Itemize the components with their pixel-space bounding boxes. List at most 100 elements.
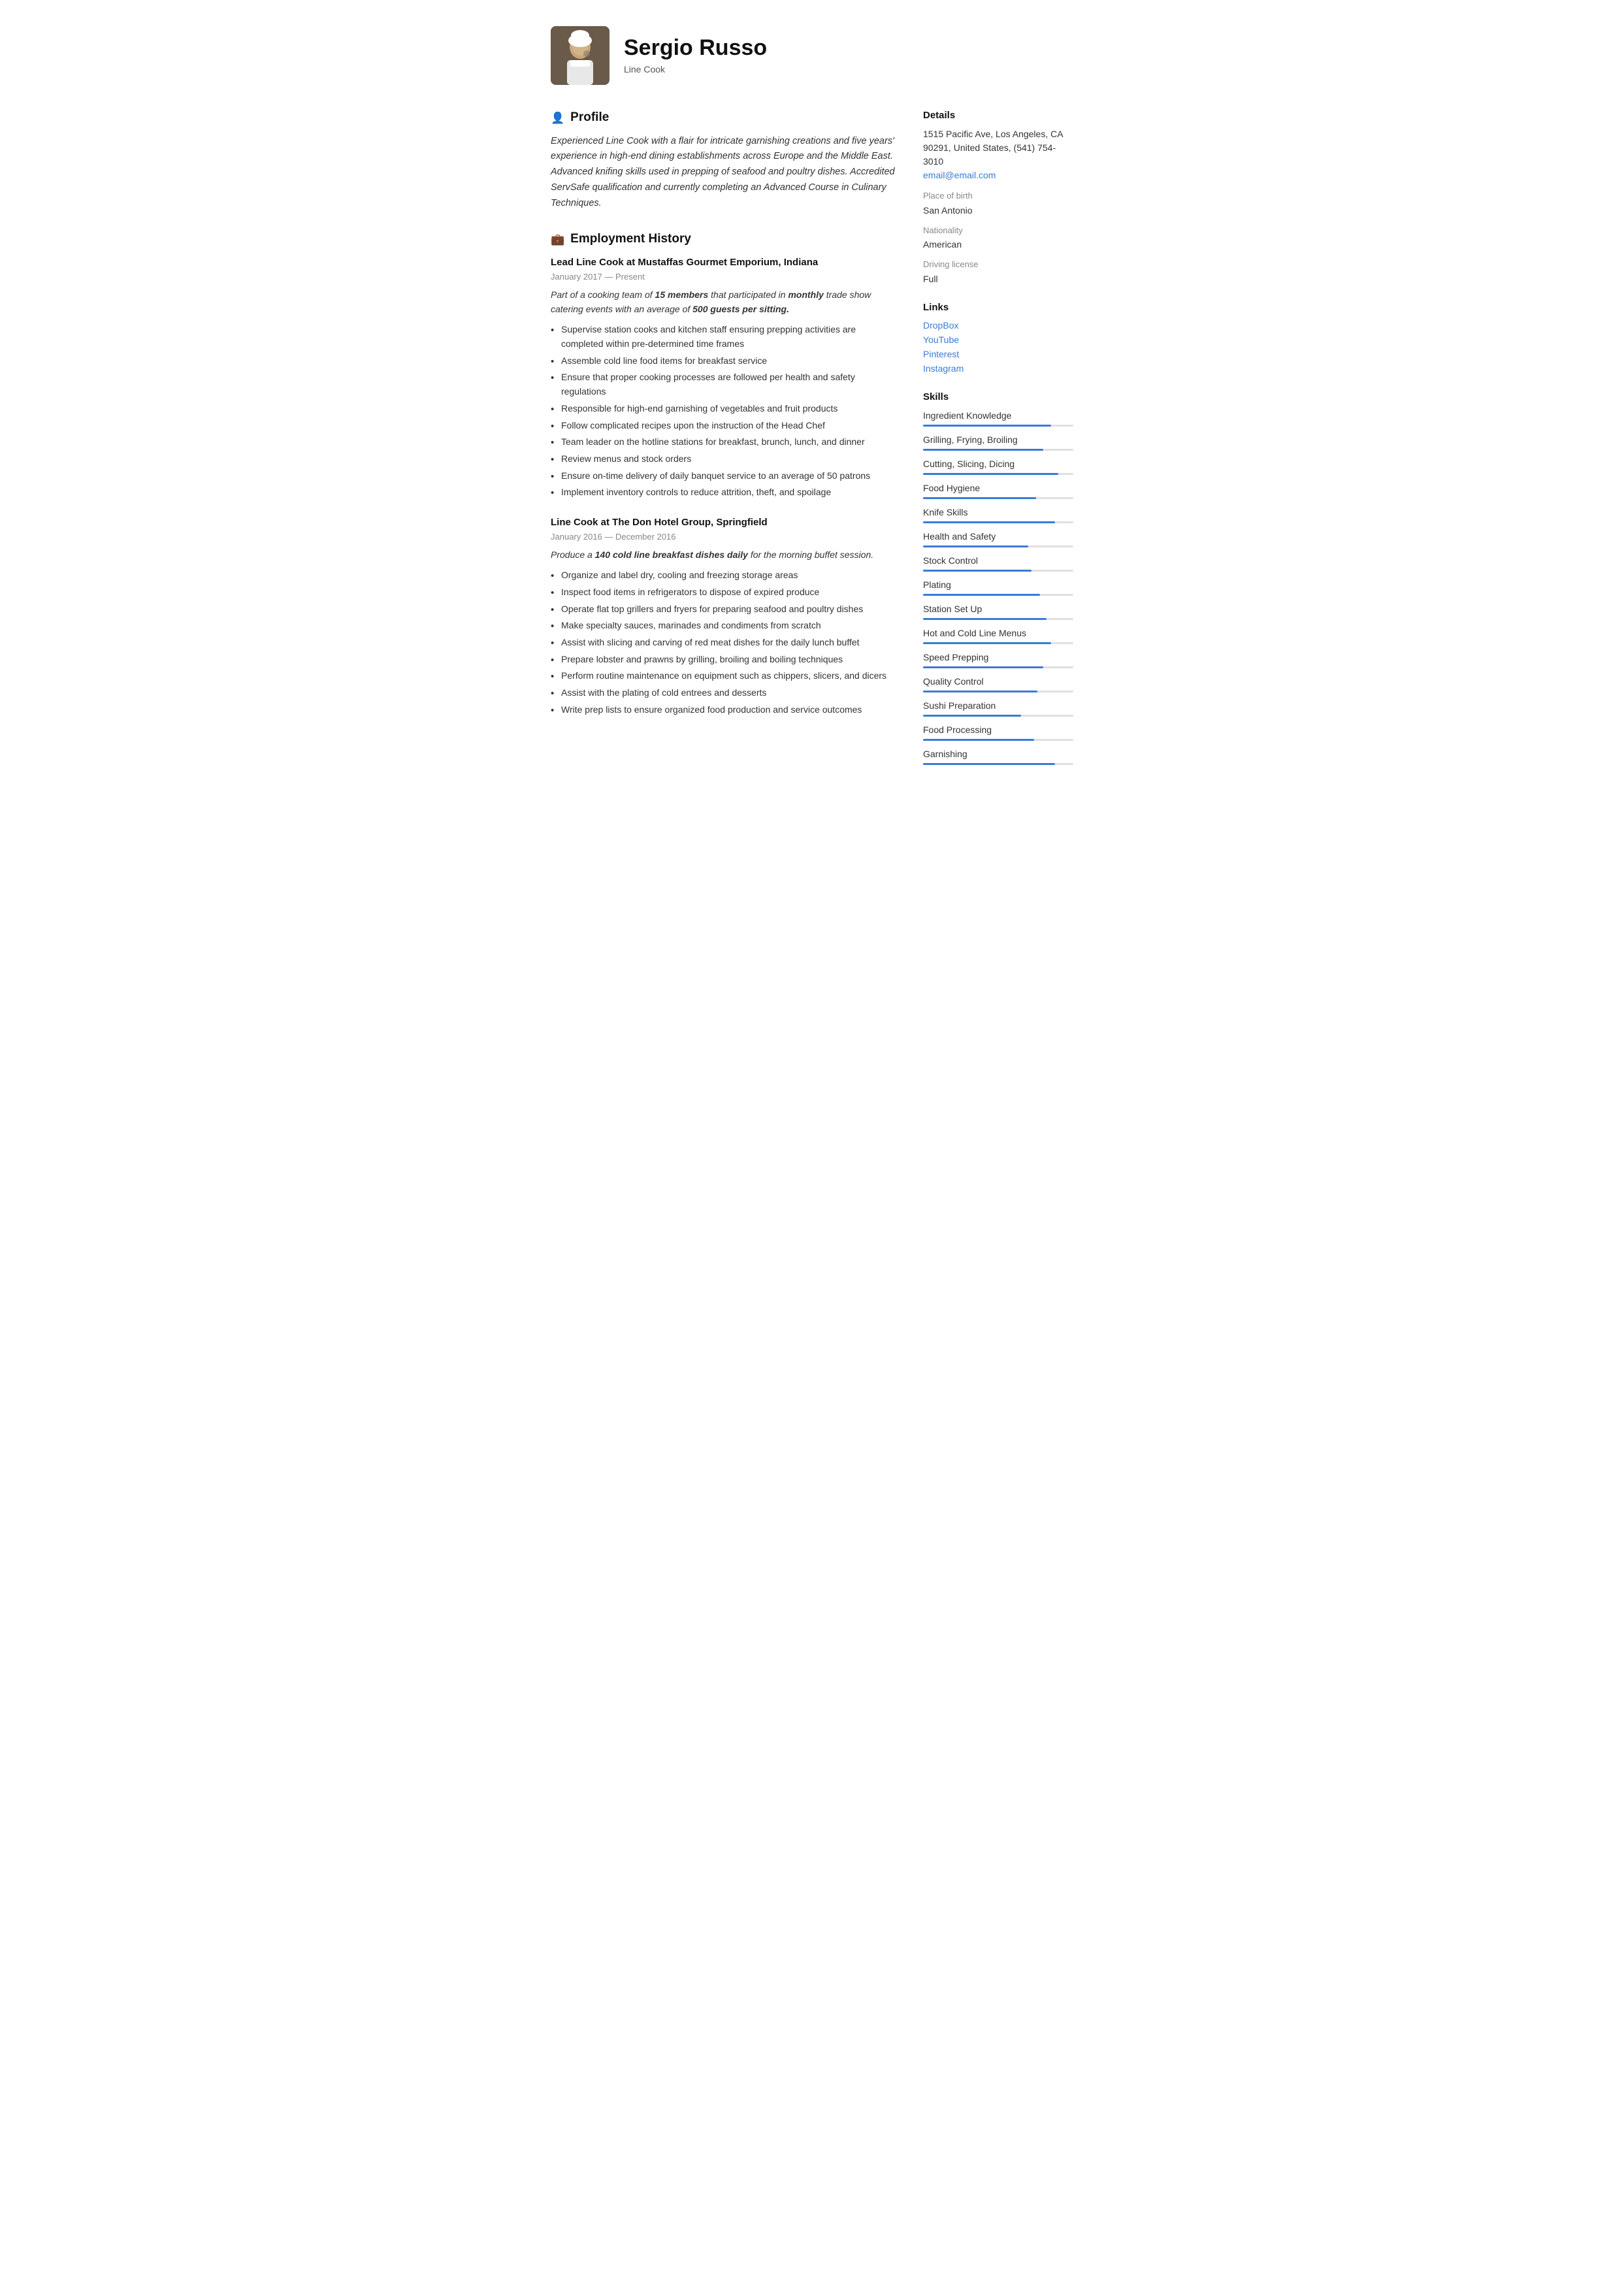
skill-bar-fill bbox=[923, 449, 1043, 451]
skill-bar-bg bbox=[923, 545, 1073, 547]
skill-item: Garnishing bbox=[923, 747, 1073, 765]
skill-bar-bg bbox=[923, 666, 1073, 668]
skill-bar-bg bbox=[923, 763, 1073, 765]
skill-bar-fill bbox=[923, 739, 1034, 741]
job-1-summary: Part of a cooking team of 15 members tha… bbox=[551, 287, 897, 317]
bullet-item: Inspect food items in refrigerators to d… bbox=[551, 584, 897, 601]
main-column: 👤 Profile Experienced Line Cook with a f… bbox=[551, 108, 897, 779]
skill-name: Health and Safety bbox=[923, 530, 1073, 544]
bullet-item: Ensure that proper cooking processes are… bbox=[551, 369, 897, 400]
place-of-birth-label: Place of birth bbox=[923, 189, 1073, 203]
links-list: DropBoxYouTubePinterestInstagram bbox=[923, 319, 1073, 376]
job-1-title: Lead Line Cook at Mustaffas Gourmet Empo… bbox=[551, 255, 897, 270]
bullet-item: Implement inventory controls to reduce a… bbox=[551, 484, 897, 501]
details-email[interactable]: email@email.com bbox=[923, 170, 996, 180]
skill-bar-fill bbox=[923, 642, 1051, 644]
place-of-birth-value: San Antonio bbox=[923, 204, 1073, 218]
skill-name: Knife Skills bbox=[923, 506, 1073, 519]
skill-bar-bg bbox=[923, 594, 1073, 596]
job-2-title: Line Cook at The Don Hotel Group, Spring… bbox=[551, 515, 897, 530]
bullet-item: Organize and label dry, cooling and free… bbox=[551, 567, 897, 584]
skill-name: Cutting, Slicing, Dicing bbox=[923, 457, 1073, 471]
side-column: Details 1515 Pacific Ave, Los Angeles, C… bbox=[923, 108, 1073, 779]
header: Sergio Russo Line Cook bbox=[551, 26, 1073, 85]
skill-item: Health and Safety bbox=[923, 530, 1073, 547]
details-title: Details bbox=[923, 108, 1073, 123]
skill-item: Sushi Preparation bbox=[923, 699, 1073, 717]
job-2: Line Cook at The Don Hotel Group, Spring… bbox=[551, 515, 897, 719]
skill-item: Quality Control bbox=[923, 675, 1073, 692]
skill-item: Grilling, Frying, Broiling bbox=[923, 433, 1073, 451]
skill-item: Food Hygiene bbox=[923, 481, 1073, 499]
skill-bar-fill bbox=[923, 545, 1028, 547]
skill-name: Ingredient Knowledge bbox=[923, 409, 1073, 423]
nationality-value: American bbox=[923, 238, 1073, 252]
bullet-item: Supervise station cooks and kitchen staf… bbox=[551, 321, 897, 352]
bullet-item: Operate flat top grillers and fryers for… bbox=[551, 601, 897, 618]
skill-bar-fill bbox=[923, 618, 1047, 620]
skill-bar-fill bbox=[923, 473, 1058, 475]
bullet-item: Ensure on-time delivery of daily banquet… bbox=[551, 468, 897, 485]
job-2-dates: January 2016 — December 2016 bbox=[551, 530, 897, 544]
skill-name: Garnishing bbox=[923, 747, 1073, 761]
skill-item: Ingredient Knowledge bbox=[923, 409, 1073, 427]
skill-bar-bg bbox=[923, 618, 1073, 620]
header-text: Sergio Russo Line Cook bbox=[624, 35, 767, 76]
job-1: Lead Line Cook at Mustaffas Gourmet Empo… bbox=[551, 255, 897, 501]
skill-name: Station Set Up bbox=[923, 602, 1073, 616]
resume-page: Sergio Russo Line Cook 👤 Profile Experie… bbox=[518, 0, 1106, 2295]
link-item[interactable]: Pinterest bbox=[923, 348, 1073, 361]
bullet-item: Responsible for high-end garnishing of v… bbox=[551, 400, 897, 417]
skill-item: Cutting, Slicing, Dicing bbox=[923, 457, 1073, 475]
link-item[interactable]: Instagram bbox=[923, 362, 1073, 376]
job-2-bullets: Organize and label dry, cooling and free… bbox=[551, 567, 897, 718]
skill-bar-bg bbox=[923, 739, 1073, 741]
bullet-item: Assemble cold line food items for breakf… bbox=[551, 353, 897, 370]
skill-name: Plating bbox=[923, 578, 1073, 592]
skill-item: Hot and Cold Line Menus bbox=[923, 627, 1073, 644]
skill-bar-fill bbox=[923, 570, 1031, 572]
bullet-item: Write prep lists to ensure organized foo… bbox=[551, 702, 897, 719]
avatar bbox=[551, 26, 609, 85]
body-layout: 👤 Profile Experienced Line Cook with a f… bbox=[551, 108, 1073, 779]
skill-bar-bg bbox=[923, 473, 1073, 475]
skill-bar-bg bbox=[923, 642, 1073, 644]
link-item[interactable]: DropBox bbox=[923, 319, 1073, 333]
bullet-item: Assist with slicing and carving of red m… bbox=[551, 634, 897, 651]
avatar-image bbox=[551, 26, 609, 85]
employment-section: 💼 Employment History Lead Line Cook at M… bbox=[551, 230, 897, 718]
profile-section-title: 👤 Profile bbox=[551, 108, 897, 127]
bullet-item: Prepare lobster and prawns by grilling, … bbox=[551, 651, 897, 668]
bullet-item: Assist with the plating of cold entrees … bbox=[551, 685, 897, 702]
employment-section-title: 💼 Employment History bbox=[551, 230, 897, 249]
job-1-bullets: Supervise station cooks and kitchen staf… bbox=[551, 321, 897, 501]
profile-text: Experienced Line Cook with a flair for i… bbox=[551, 134, 897, 212]
bullet-item: Follow complicated recipes upon the inst… bbox=[551, 417, 897, 434]
skill-name: Sushi Preparation bbox=[923, 699, 1073, 713]
skill-bar-fill bbox=[923, 666, 1043, 668]
skill-bar-bg bbox=[923, 715, 1073, 717]
skill-bar-fill bbox=[923, 715, 1021, 717]
skill-bar-fill bbox=[923, 497, 1036, 499]
candidate-name: Sergio Russo bbox=[624, 35, 767, 61]
bullet-item: Review menus and stock orders bbox=[551, 451, 897, 468]
skill-name: Food Processing bbox=[923, 723, 1073, 737]
details-address: 1515 Pacific Ave, Los Angeles, CA 90291,… bbox=[923, 127, 1073, 169]
skills-list: Ingredient Knowledge Grilling, Frying, B… bbox=[923, 409, 1073, 765]
skill-item: Knife Skills bbox=[923, 506, 1073, 523]
skill-item: Station Set Up bbox=[923, 602, 1073, 620]
skill-item: Stock Control bbox=[923, 554, 1073, 572]
skill-item: Plating bbox=[923, 578, 1073, 596]
skill-name: Grilling, Frying, Broiling bbox=[923, 433, 1073, 447]
skill-bar-fill bbox=[923, 425, 1051, 427]
employment-icon: 💼 bbox=[551, 231, 564, 248]
link-item[interactable]: YouTube bbox=[923, 333, 1073, 347]
skill-bar-fill bbox=[923, 763, 1055, 765]
bullet-item: Make specialty sauces, marinades and con… bbox=[551, 617, 897, 634]
driving-license-label: Driving license bbox=[923, 258, 1073, 271]
bullet-item: Team leader on the hotline stations for … bbox=[551, 434, 897, 451]
skill-bar-bg bbox=[923, 691, 1073, 692]
job-1-dates: January 2017 — Present bbox=[551, 270, 897, 284]
skill-bar-fill bbox=[923, 521, 1055, 523]
candidate-title: Line Cook bbox=[624, 63, 767, 76]
